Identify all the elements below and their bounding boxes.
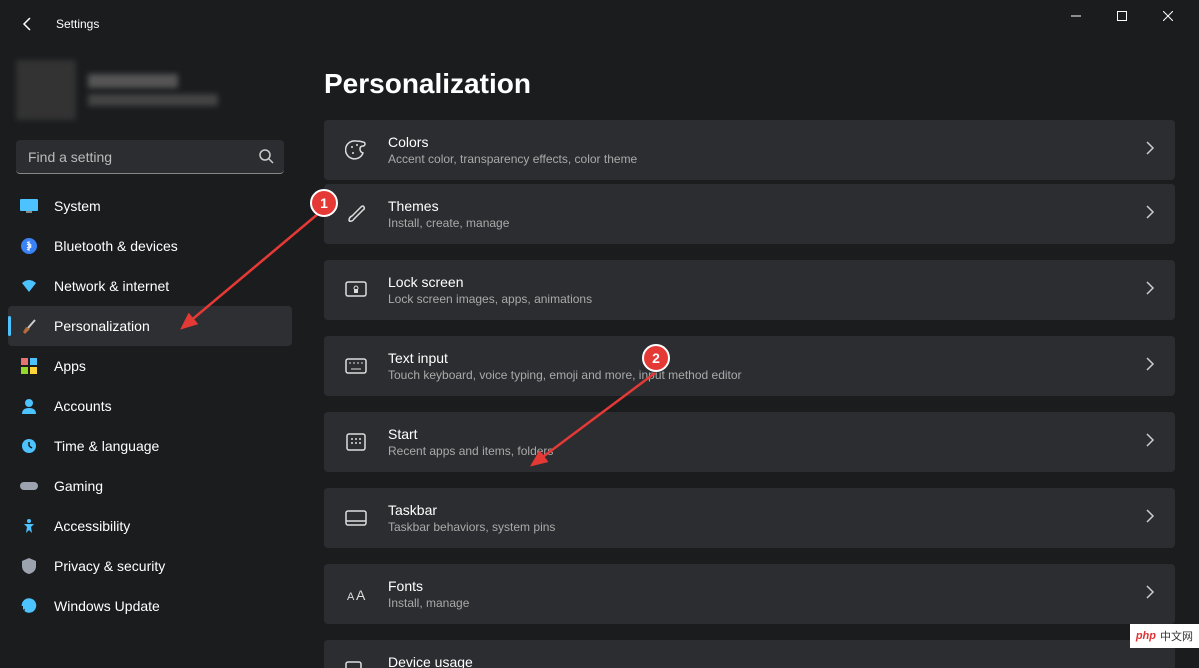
maximize-icon: [1117, 11, 1127, 21]
person-icon: [20, 397, 38, 415]
sidebar-item-apps[interactable]: Apps: [8, 346, 292, 386]
apps-icon: [20, 357, 38, 375]
display-icon: [20, 197, 38, 215]
sidebar-item-time[interactable]: Time & language: [8, 426, 292, 466]
card-title: Start: [388, 426, 1125, 442]
accessibility-icon: [20, 517, 38, 535]
search-icon: [258, 148, 274, 169]
card-colors[interactable]: Colors Accent color, transparency effects…: [324, 120, 1175, 180]
card-taskbar[interactable]: Taskbar Taskbar behaviors, system pins: [324, 488, 1175, 548]
sidebar-item-accessibility[interactable]: Accessibility: [8, 506, 292, 546]
card-title: Text input: [388, 350, 1125, 366]
keyboard-icon: [344, 354, 368, 378]
paintbrush-icon: [20, 317, 38, 335]
avatar: [16, 60, 76, 120]
sidebar: System Bluetooth & devices Network & int…: [0, 48, 300, 668]
arrow-left-icon: [20, 16, 36, 32]
palette-icon: [344, 138, 368, 162]
back-button[interactable]: [8, 4, 48, 44]
chevron-right-icon: [1145, 281, 1155, 300]
card-title: Themes: [388, 198, 1125, 214]
card-device-usage[interactable]: Device usageSelect all the ways you plan…: [324, 640, 1175, 668]
card-title: Device usage: [388, 654, 1155, 668]
sidebar-item-bluetooth[interactable]: Bluetooth & devices: [8, 226, 292, 266]
sidebar-item-gaming[interactable]: Gaming: [8, 466, 292, 506]
nav-label: Network & internet: [54, 278, 169, 294]
maximize-button[interactable]: [1099, 0, 1145, 32]
card-desc: Install, create, manage: [388, 216, 1125, 230]
annotation-badge-1: 1: [310, 189, 338, 217]
start-icon: [344, 430, 368, 454]
update-icon: [20, 597, 38, 615]
nav-label: Privacy & security: [54, 558, 165, 574]
card-text-input[interactable]: Text input Touch keyboard, voice typing, …: [324, 336, 1175, 396]
chevron-right-icon: [1145, 585, 1155, 604]
card-desc: Taskbar behaviors, system pins: [388, 520, 1125, 534]
close-icon: [1163, 11, 1173, 21]
card-themes[interactable]: Themes Install, create, manage: [324, 184, 1175, 244]
card-title: Colors: [388, 134, 1125, 150]
card-desc: Accent color, transparency effects, colo…: [388, 152, 1125, 166]
chevron-right-icon: [1145, 205, 1155, 224]
nav-label: Apps: [54, 358, 86, 374]
nav-label: Windows Update: [54, 598, 160, 614]
sidebar-item-network[interactable]: Network & internet: [8, 266, 292, 306]
card-title: Lock screen: [388, 274, 1125, 290]
nav-list: System Bluetooth & devices Network & int…: [8, 186, 292, 626]
chevron-right-icon: [1145, 509, 1155, 528]
bluetooth-icon: [20, 237, 38, 255]
svg-text:A: A: [356, 587, 366, 603]
wifi-icon: [20, 277, 38, 295]
device-usage-icon: [344, 658, 368, 668]
nav-label: Bluetooth & devices: [54, 238, 178, 254]
content-area: Personalization Colors Accent color, tran…: [300, 48, 1199, 668]
sidebar-item-privacy[interactable]: Privacy & security: [8, 546, 292, 586]
nav-label: Time & language: [54, 438, 159, 454]
gamepad-icon: [20, 477, 38, 495]
nav-label: Accessibility: [54, 518, 130, 534]
lock-screen-icon: [344, 278, 368, 302]
chevron-right-icon: [1145, 357, 1155, 376]
taskbar-icon: [344, 506, 368, 530]
page-title: Personalization: [324, 68, 1175, 100]
card-desc: Touch keyboard, voice typing, emoji and …: [388, 368, 1125, 382]
sidebar-item-accounts[interactable]: Accounts: [8, 386, 292, 426]
brush-icon: [344, 202, 368, 226]
card-title: Taskbar: [388, 502, 1125, 518]
card-title: Fonts: [388, 578, 1125, 594]
svg-text:A: A: [347, 591, 355, 603]
card-fonts[interactable]: AA Fonts Install, manage: [324, 564, 1175, 624]
card-start[interactable]: Start Recent apps and items, folders: [324, 412, 1175, 472]
fonts-icon: AA: [344, 582, 368, 606]
user-info: [88, 74, 218, 106]
nav-label: Personalization: [54, 318, 150, 334]
annotation-badge-2: 2: [642, 344, 670, 372]
card-desc: Lock screen images, apps, animations: [388, 292, 1125, 306]
titlebar: Settings: [0, 0, 1199, 48]
shield-icon: [20, 557, 38, 575]
nav-label: Accounts: [54, 398, 112, 414]
sidebar-item-personalization[interactable]: Personalization: [8, 306, 292, 346]
user-block[interactable]: [8, 48, 292, 132]
window-title: Settings: [56, 17, 99, 31]
chevron-right-icon: [1145, 433, 1155, 452]
search-input[interactable]: [16, 140, 284, 174]
sidebar-item-system[interactable]: System: [8, 186, 292, 226]
watermark-cn: 中文网: [1160, 628, 1193, 644]
nav-label: System: [54, 198, 101, 214]
window-controls: [1053, 0, 1191, 32]
nav-label: Gaming: [54, 478, 103, 494]
clock-icon: [20, 437, 38, 455]
watermark-badge: php 中文网: [1130, 624, 1199, 648]
minimize-button[interactable]: [1053, 0, 1099, 32]
card-lock-screen[interactable]: Lock screen Lock screen images, apps, ani…: [324, 260, 1175, 320]
sidebar-item-update[interactable]: Windows Update: [8, 586, 292, 626]
minimize-icon: [1071, 11, 1081, 21]
chevron-right-icon: [1145, 141, 1155, 160]
watermark-php: php: [1136, 630, 1156, 642]
close-button[interactable]: [1145, 0, 1191, 32]
card-desc: Recent apps and items, folders: [388, 444, 1125, 458]
card-desc: Install, manage: [388, 596, 1125, 610]
